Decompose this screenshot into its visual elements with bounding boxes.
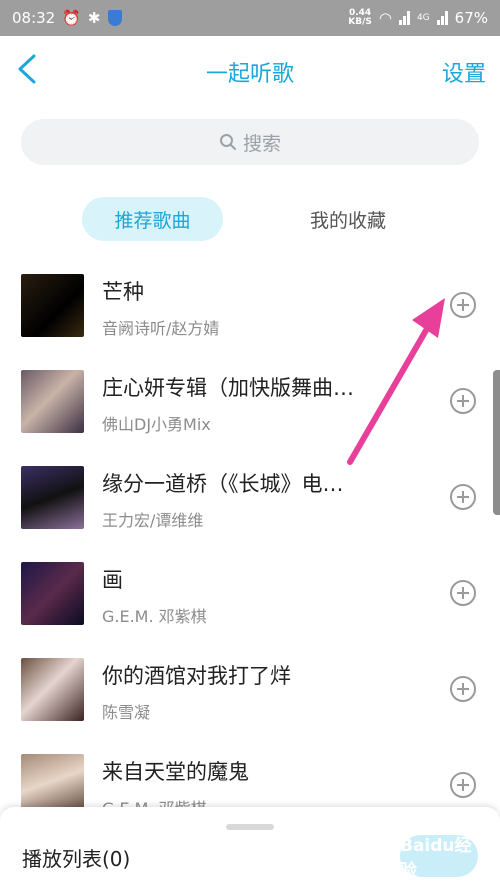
song-artist: G.E.M. 邓紫棋 — [102, 607, 207, 626]
bluetooth-icon: ✱ — [87, 9, 101, 27]
add-icon[interactable] — [450, 772, 476, 798]
song-title: 来自天堂的魔鬼 — [102, 760, 249, 784]
song-title: 你的酒馆对我打了烊 — [102, 664, 291, 688]
album-cover — [21, 274, 84, 337]
add-icon[interactable] — [450, 292, 476, 318]
song-list: 芒种 音阙诗听/赵方婧 庄心妍专辑（加快版舞曲… 佛山DJ小勇Mix 缘分一道桥… — [0, 270, 500, 846]
page-title: 一起听歌 — [205, 62, 294, 87]
tab-favorites[interactable]: 我的收藏 — [288, 197, 408, 241]
song-title: 芒种 — [102, 280, 144, 304]
song-item[interactable]: 芒种 音阙诗听/赵方婧 — [0, 270, 500, 366]
wifi-icon: ◠ — [378, 9, 392, 27]
status-time: 08:32 — [12, 9, 56, 27]
watermark-logo: Baidu经验 — [400, 835, 478, 881]
settings-button[interactable]: 设置 — [442, 56, 486, 88]
album-cover — [21, 466, 84, 529]
playlist-label: 播放列表(0) — [22, 847, 131, 871]
alarm-icon: ⏰ — [62, 9, 81, 27]
song-title: 庄心妍专辑（加快版舞曲… — [102, 376, 354, 400]
album-cover — [21, 370, 84, 433]
song-item[interactable]: 你的酒馆对我打了烊 陈雪凝 — [0, 654, 500, 750]
search-placeholder: 搜索 — [242, 132, 281, 155]
drag-handle[interactable] — [226, 824, 274, 830]
song-item[interactable]: 庄心妍专辑（加快版舞曲… 佛山DJ小勇Mix — [0, 366, 500, 462]
album-cover — [21, 658, 84, 721]
signal-icon — [398, 11, 410, 25]
tab-bar: 推荐歌曲 我的收藏 — [0, 197, 500, 243]
top-bar: 一起听歌 设置 — [0, 36, 500, 102]
song-artist: 王力宏/谭维维 — [102, 511, 204, 530]
network-type: 4G — [416, 13, 430, 23]
battery-level: 67% — [454, 9, 488, 27]
status-bar: 08:32 ⏰ ✱ 0.44 KB/S ◠ 4G 67% — [0, 0, 500, 36]
tab-recommended[interactable]: 推荐歌曲 — [82, 197, 223, 241]
add-icon[interactable] — [450, 580, 476, 606]
song-artist: 陈雪凝 — [102, 703, 151, 722]
search-icon — [219, 134, 236, 150]
song-artist: 佛山DJ小勇Mix — [102, 415, 211, 434]
song-artist: 音阙诗听/赵方婧 — [102, 319, 220, 338]
song-title: 画 — [102, 568, 123, 592]
signal-icon-2 — [436, 11, 448, 25]
playlist-panel[interactable]: 播放列表(0) Baidu经验 — [0, 807, 500, 889]
add-icon[interactable] — [450, 388, 476, 414]
song-item[interactable]: 画 G.E.M. 邓紫棋 — [0, 558, 500, 654]
net-speed: 0.44 KB/S — [348, 8, 372, 27]
edge-scroll-handle[interactable] — [493, 370, 500, 515]
song-title: 缘分一道桥（《长城》电… — [102, 472, 344, 496]
shield-icon — [107, 10, 122, 26]
add-icon[interactable] — [450, 484, 476, 510]
search-bar[interactable]: 搜索 — [21, 119, 479, 165]
song-item[interactable]: 缘分一道桥（《长城》电… 王力宏/谭维维 — [0, 462, 500, 558]
add-icon[interactable] — [450, 676, 476, 702]
album-cover — [21, 562, 84, 625]
